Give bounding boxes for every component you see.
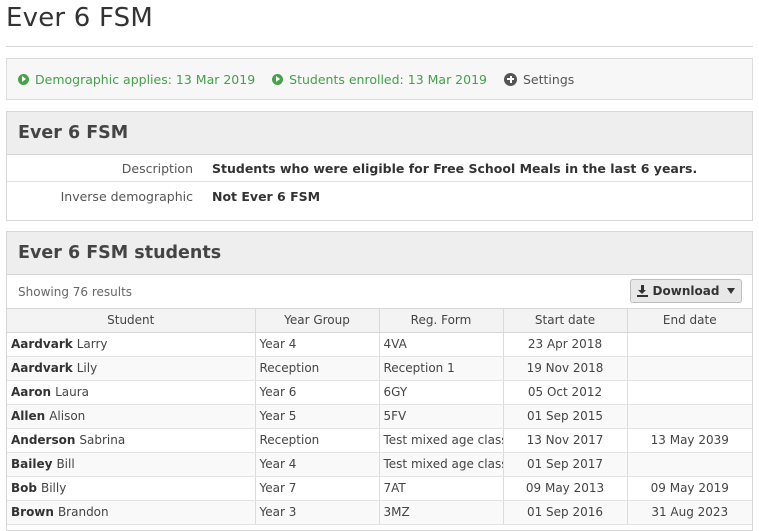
reg-form-cell: Test mixed age class: [379, 452, 504, 477]
student-cell[interactable]: Aaron Laura: [7, 380, 256, 405]
student-cell[interactable]: Bailey Bill: [7, 452, 256, 477]
student-cell[interactable]: Bob Billy: [7, 476, 256, 501]
play-circle-icon: [272, 73, 284, 85]
year-group-cell: Year 7: [255, 476, 380, 501]
table-row[interactable]: Aaron Laura Year 6 6GY 05 Oct 2012: [7, 380, 752, 405]
year-group-cell: Reception: [255, 356, 380, 381]
end-date-cell: [627, 452, 752, 477]
end-date-cell: [627, 356, 752, 381]
inverse-demographic-label: Inverse demographic: [60, 188, 193, 204]
page-title: Ever 6 FSM: [6, 3, 154, 33]
start-date-cell: 23 Apr 2018: [503, 332, 628, 357]
student-surname[interactable]: Brown: [11, 505, 54, 519]
settings-link[interactable]: Settings: [504, 72, 574, 87]
year-group-cell: Year 5: [255, 404, 380, 429]
column-header-student[interactable]: Student: [7, 309, 256, 333]
student-surname[interactable]: Aaron: [11, 385, 51, 399]
reg-form-cell: Test mixed age class: [379, 428, 504, 453]
column-header-end-date[interactable]: End date: [627, 309, 752, 333]
student-surname[interactable]: Anderson: [11, 433, 75, 447]
year-group-cell: Year 3: [255, 500, 380, 525]
student-cell[interactable]: Anderson Sabrina: [7, 428, 256, 453]
caret-down-icon: [727, 288, 736, 294]
demographic-panel-title: Ever 6 FSM: [7, 112, 752, 155]
description-value: Students who were eligible for Free Scho…: [212, 160, 698, 176]
column-header-year-group[interactable]: Year Group: [255, 309, 380, 333]
table-row[interactable]: Aardvark Lily Reception Reception 1 19 Nov 2…: [7, 356, 752, 381]
year-group-cell: Year 4: [255, 452, 380, 477]
reg-form-cell: 4VA: [379, 332, 504, 357]
student-forename[interactable]: Brandon: [58, 505, 109, 519]
student-forename[interactable]: Alison: [49, 409, 85, 423]
download-icon: [636, 285, 648, 297]
student-forename[interactable]: Sabrina: [79, 433, 125, 447]
enrolled-date-link[interactable]: Students enrolled: 13 Mar 2019: [272, 72, 487, 87]
download-button[interactable]: Download: [630, 279, 742, 303]
column-header-start-date[interactable]: Start date: [503, 309, 628, 333]
description-label: Description: [121, 160, 193, 176]
end-date-cell: 31 Aug 2023: [627, 500, 752, 525]
year-group-cell: Year 4: [255, 332, 380, 357]
start-date-cell: 13 Nov 2017: [503, 428, 628, 453]
student-forename[interactable]: Billy: [41, 481, 66, 495]
plus-circle-icon: [504, 72, 517, 86]
student-surname[interactable]: Allen: [11, 409, 45, 423]
start-date-cell: 05 Oct 2012: [503, 380, 628, 405]
table-row[interactable]: Allen Alison Year 5 5FV 01 Sep 2015: [7, 404, 752, 429]
student-cell[interactable]: Aardvark Larry: [7, 332, 256, 357]
student-forename[interactable]: Bill: [56, 457, 74, 471]
demographic-date-link[interactable]: Demographic applies: 13 Mar 2019: [18, 72, 255, 87]
demographic-panel: Ever 6 FSM Description Students who were…: [6, 111, 753, 221]
inverse-demographic-row: Inverse demographic Not Ever 6 FSM: [7, 182, 752, 210]
play-circle-icon: [18, 73, 29, 85]
result-count: Showing 76 results: [18, 285, 133, 299]
reg-form-cell: 6GY: [379, 380, 504, 405]
start-date-cell: 01 Sep 2017: [503, 452, 628, 477]
table-row[interactable]: Bob Billy Year 7 7AT 09 May 2013 09 May 2019: [7, 476, 752, 501]
student-forename[interactable]: Laura: [55, 385, 89, 399]
reg-form-cell: 7AT: [379, 476, 504, 501]
reg-form-cell: 3MZ: [379, 500, 504, 525]
end-date-cell: 09 May 2019: [627, 476, 752, 501]
end-date-cell: [627, 332, 752, 357]
student-surname[interactable]: Aardvark: [11, 361, 73, 375]
year-group-cell: Reception: [255, 428, 380, 453]
results-toolbar: Showing 76 results Download: [7, 275, 752, 309]
start-date-cell: 19 Nov 2018: [503, 356, 628, 381]
student-surname[interactable]: Bob: [11, 481, 37, 495]
table-row[interactable]: Brown Brandon Year 3 3MZ 01 Sep 2016 31 Aug 2…: [7, 500, 752, 525]
enrolled-date-label: Students enrolled: 13 Mar 2019: [289, 71, 487, 87]
student-forename[interactable]: Lily: [77, 361, 97, 375]
student-forename[interactable]: Larry: [77, 337, 108, 351]
students-table: Student Year Group Reg. Form Start date …: [7, 309, 752, 525]
start-date-cell: 01 Sep 2015: [503, 404, 628, 429]
students-panel: Ever 6 FSM students Showing 76 results D…: [6, 231, 753, 531]
inverse-demographic-value: Not Ever 6 FSM: [212, 188, 321, 204]
column-header-reg-form[interactable]: Reg. Form: [379, 309, 504, 333]
download-label: Download: [652, 284, 720, 298]
reg-form-cell: 5FV: [379, 404, 504, 429]
table-row[interactable]: Bailey Bill Year 4 Test mixed age class 01 S…: [7, 452, 752, 477]
end-date-cell: 13 May 2039: [627, 428, 752, 453]
student-cell[interactable]: Allen Alison: [7, 404, 256, 429]
description-row: Description Students who were eligible f…: [7, 155, 752, 182]
table-row[interactable]: Anderson Sabrina Reception Test mixed age c…: [7, 428, 752, 453]
start-date-cell: 01 Sep 2016: [503, 500, 628, 525]
start-date-cell: 09 May 2013: [503, 476, 628, 501]
table-row[interactable]: Aardvark Larry Year 4 4VA 23 Apr 2018: [7, 332, 752, 357]
settings-label: Settings: [523, 71, 575, 87]
students-panel-title: Ever 6 FSM students: [7, 232, 752, 275]
student-cell[interactable]: Aardvark Lily: [7, 356, 256, 381]
student-cell[interactable]: Brown Brandon: [7, 500, 256, 525]
reg-form-cell: Reception 1: [379, 356, 504, 381]
student-surname[interactable]: Aardvark: [11, 337, 73, 351]
status-bar: Demographic applies: 13 Mar 2019 Student…: [6, 58, 753, 100]
student-surname[interactable]: Bailey: [11, 457, 52, 471]
end-date-cell: [627, 380, 752, 405]
demographic-date-label: Demographic applies: 13 Mar 2019: [35, 71, 256, 87]
title-divider: [6, 46, 753, 47]
year-group-cell: Year 6: [255, 380, 380, 405]
end-date-cell: [627, 404, 752, 429]
